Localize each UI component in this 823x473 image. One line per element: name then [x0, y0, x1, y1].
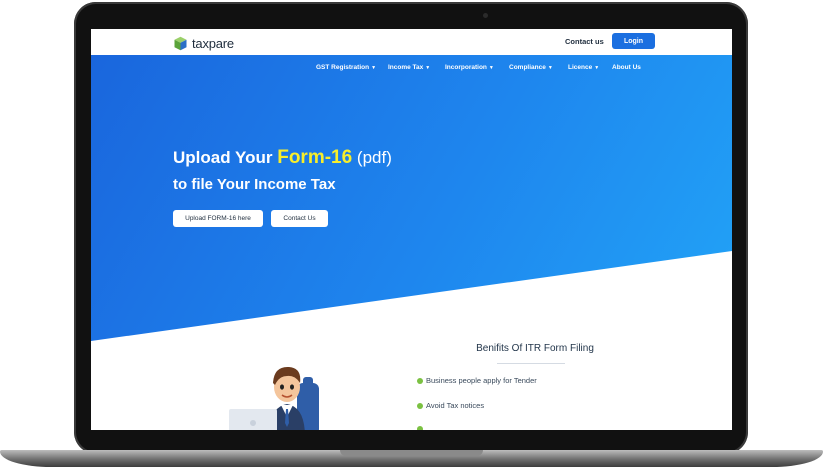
businessman-illustration	[229, 366, 319, 430]
green-dot-icon	[417, 377, 423, 384]
top-bar: taxpare Contact us Login	[91, 29, 732, 55]
caret-down-icon: ▼	[425, 65, 431, 71]
benefits-divider	[497, 363, 565, 364]
nav-item-label: GST Registration	[316, 64, 370, 71]
headline-highlight: Form-16	[277, 147, 353, 168]
caret-down-icon: ▼	[594, 65, 600, 71]
nav-item-incorporation[interactable]: Incorporation ▼	[445, 64, 494, 71]
login-button[interactable]: Login	[612, 33, 655, 49]
nav-item-label: Incorporation	[445, 64, 487, 71]
nav-item-licence[interactable]: Licence ▼	[568, 64, 599, 71]
logo[interactable]: taxpare	[173, 35, 234, 51]
nav-item-compliance[interactable]: Compliance ▼	[509, 64, 553, 71]
nav-item-label: Income Tax	[388, 64, 424, 71]
hero-headline-line2: to file Your Income Tax	[173, 176, 336, 193]
benefit-text: Business people apply for Tender	[426, 376, 537, 385]
caret-down-icon: ▼	[371, 65, 377, 71]
upload-form16-button[interactable]: Upload FORM-16 here	[173, 210, 263, 227]
nav-item-income-tax[interactable]: Income Tax ▼	[388, 64, 430, 71]
cube-logo-icon	[174, 36, 187, 50]
hero-headline-line1: Upload Your Form-16 (pdf)	[173, 147, 392, 169]
benefit-item: Avoid Tax notices	[417, 401, 484, 410]
headline-prefix: Upload Your	[173, 148, 278, 167]
contact-us-button[interactable]: Contact Us	[271, 210, 328, 227]
laptop-notch	[340, 450, 483, 456]
main-nav: GST Registration ▼ Income Tax ▼ Incorporat…	[91, 64, 732, 76]
green-dot-icon	[417, 426, 423, 430]
benefit-item: Business people apply for Tender	[417, 376, 537, 385]
camera-icon	[483, 13, 488, 18]
headline-suffix: (pdf)	[352, 148, 392, 167]
contact-us-link[interactable]: Contact us	[565, 37, 604, 46]
caret-down-icon: ▼	[488, 65, 494, 71]
benefit-item-partial	[417, 426, 426, 430]
caret-down-icon: ▼	[547, 65, 553, 71]
nav-item-about-us[interactable]: About Us	[612, 64, 641, 71]
hero-diagonal-divider	[91, 251, 732, 355]
browser-screen: taxpare Contact us Login GST Registratio…	[91, 29, 732, 430]
nav-item-gst-registration[interactable]: GST Registration ▼	[316, 64, 376, 71]
green-dot-icon	[417, 402, 423, 409]
benefit-text: Avoid Tax notices	[426, 401, 485, 410]
logo-text: taxpare	[192, 35, 234, 51]
benefits-title: Benifits Of ITR Form Filing	[476, 343, 594, 354]
nav-item-label: Licence	[568, 64, 593, 71]
nav-item-label: About Us	[612, 64, 641, 71]
nav-item-label: Compliance	[509, 64, 546, 71]
